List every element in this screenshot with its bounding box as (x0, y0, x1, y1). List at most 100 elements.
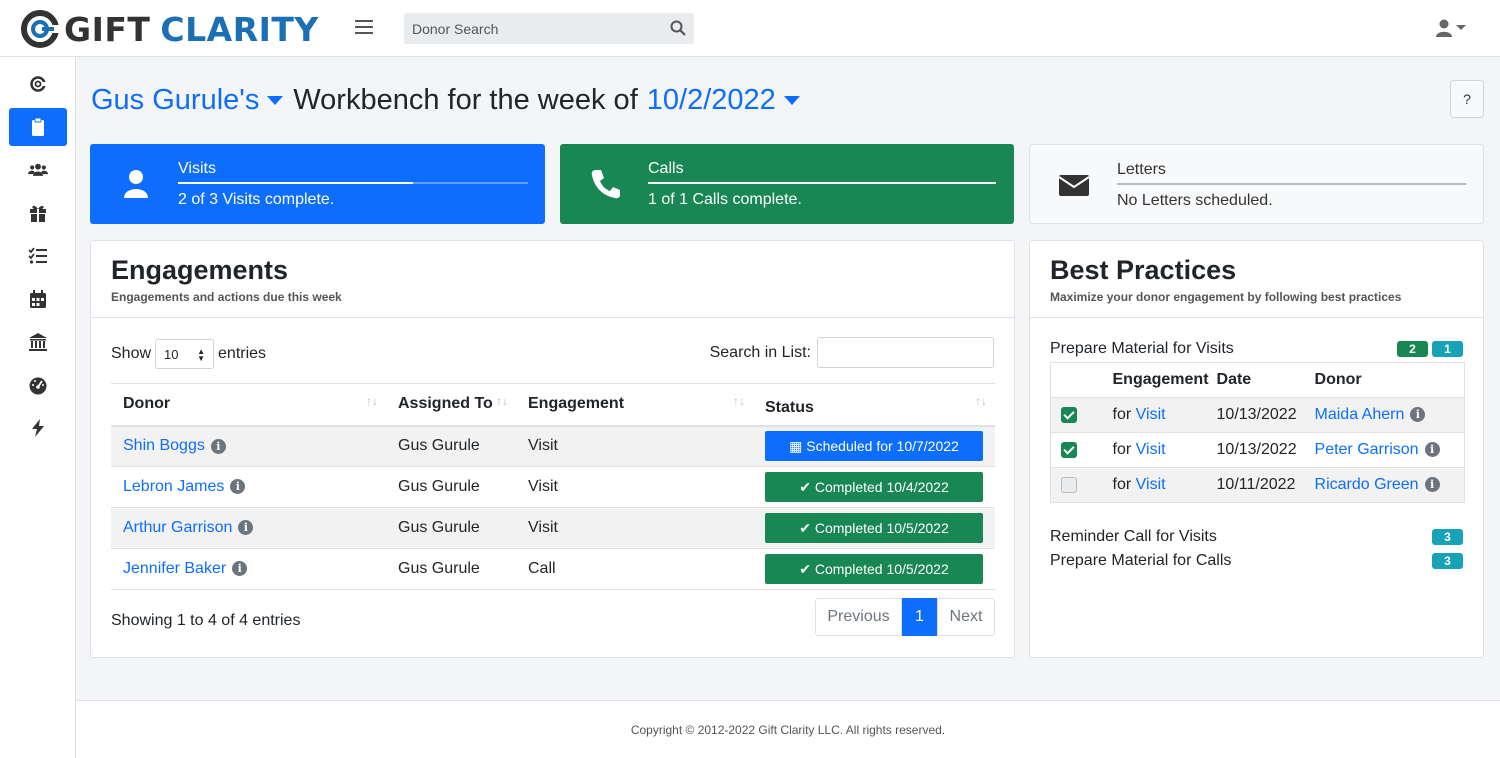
users-icon (28, 163, 48, 176)
visits-progress-fill (178, 182, 413, 184)
donor-link[interactable]: Peter Garrison (1315, 441, 1419, 458)
engagement-link[interactable]: Visit (1136, 441, 1166, 458)
best-practices-panel: Best Practices Maximize your donor engag… (1029, 240, 1484, 658)
sort-icon[interactable]: ↑↓ (366, 394, 378, 408)
best-practices-title: Best Practices (1050, 255, 1237, 285)
sidebar-item-donors[interactable] (9, 151, 67, 189)
sort-icon[interactable]: ↑↓ (733, 394, 745, 408)
engagement-link[interactable]: Visit (1136, 476, 1166, 493)
status-completed-button[interactable]: ✔ Completed 10/4/2022 (765, 472, 983, 502)
sidebar-item-gifts[interactable] (9, 194, 67, 232)
sidebar-item-workbench[interactable] (9, 108, 67, 146)
engagements-title: Engagements (111, 255, 289, 285)
info-icon[interactable]: i (1424, 477, 1440, 493)
show-label: Show (111, 345, 152, 362)
owner-dropdown-label[interactable]: Gus Gurule's (91, 84, 259, 117)
done-checkbox[interactable] (1061, 441, 1077, 458)
prepare-calls-row[interactable]: Prepare Material for Calls 3 (1050, 552, 1463, 570)
reminder-calls-row[interactable]: Reminder Call for Visits 3 (1050, 528, 1463, 546)
table-row: Arthur Garrison i Gus Gurule Visit ✔ Comp… (111, 507, 995, 549)
prepare-visits-table: Engagement Date Donor for Visit 10/13/20… (1050, 362, 1465, 503)
page-1-button[interactable]: 1 (902, 598, 937, 636)
info-icon[interactable]: i (230, 479, 246, 495)
calls-title: Calls (648, 160, 684, 177)
sidebar-item-actions[interactable] (9, 409, 67, 447)
column-header-engagement[interactable]: Engagement ↑↓ (516, 383, 753, 427)
week-dropdown-label[interactable]: 10/2/2022 (647, 84, 776, 117)
bp-header-row: Engagement Date Donor (1050, 362, 1465, 398)
column-header-donor[interactable]: Donor ↑↓ (111, 383, 386, 427)
chevron-down-icon (1456, 25, 1466, 30)
assigned-cell: Gus Gurule (386, 507, 516, 549)
sort-icon[interactable]: ↑↓ (975, 394, 987, 408)
letters-summary-card[interactable]: Letters No Letters scheduled. (1029, 144, 1484, 224)
info-icon[interactable]: i (232, 561, 248, 577)
calls-desc: 1 of 1 Calls complete. (648, 191, 802, 208)
calendar-icon: ▦ (789, 438, 807, 455)
sidebar-item-tasks[interactable] (9, 237, 67, 275)
donor-link[interactable]: Maida Ahern (1315, 406, 1405, 423)
letters-title: Letters (1117, 161, 1166, 178)
engagements-table: Donor ↑↓ Assigned To ↑↓ Engagement ↑↓ Statu… (111, 383, 995, 590)
donor-link[interactable]: Shin Boggs (123, 437, 205, 454)
owner-dropdown-caret-icon[interactable] (267, 96, 284, 105)
next-page-button[interactable]: Next (937, 598, 995, 636)
sidebar-item-home[interactable] (9, 65, 67, 103)
assigned-cell: Gus Gurule (386, 548, 516, 590)
help-button[interactable]: ? (1450, 80, 1484, 118)
assigned-cell: Gus Gurule (386, 466, 516, 508)
column-header-status[interactable]: Status ↑↓ (753, 383, 995, 427)
status-scheduled-button[interactable]: ▦ Scheduled for 10/7/2022 (765, 431, 983, 462)
week-dropdown-caret-icon[interactable] (783, 96, 800, 105)
entries-select[interactable]: 10 ▲ ▼ (155, 339, 215, 369)
sidebar-item-organizations[interactable] (9, 323, 67, 361)
status-completed-button[interactable]: ✔ Completed 10/5/2022 (765, 554, 983, 584)
best-practices-header: Best Practices Maximize your donor engag… (1030, 241, 1483, 318)
select-arrows-icon: ▲ ▼ (197, 347, 206, 363)
table-row: Lebron James i Gus Gurule Visit ✔ Complet… (111, 466, 995, 508)
info-icon[interactable]: i (210, 438, 226, 454)
donor-link[interactable]: Arthur Garrison (123, 519, 232, 536)
visits-summary-card[interactable]: Visits 2 of 3 Visits complete. (90, 144, 545, 224)
for-label: for (1112, 476, 1132, 493)
done-checkbox[interactable] (1061, 406, 1077, 423)
pending-count-badge: 3 (1432, 553, 1463, 569)
menu-toggle-icon[interactable] (355, 20, 373, 36)
sidebar-item-dashboard[interactable] (9, 366, 67, 404)
pagination: Previous 1 Next (815, 598, 995, 636)
bp-row: for Visit 10/11/2022 Ricardo Green i (1050, 467, 1465, 503)
calls-summary-card[interactable]: Calls 1 of 1 Calls complete. (560, 144, 1014, 224)
search-icon[interactable] (670, 20, 686, 36)
done-count-badge: 2 (1397, 341, 1428, 357)
list-search-input[interactable] (817, 337, 994, 368)
info-icon[interactable]: i (1424, 442, 1440, 458)
sort-icon[interactable]: ↑↓ (496, 394, 508, 408)
pending-count-badge: 3 (1432, 529, 1463, 545)
donor-link[interactable]: Ricardo Green (1315, 476, 1419, 493)
page-title-text: Workbench for the week of (293, 84, 638, 116)
status-completed-button[interactable]: ✔ Completed 10/5/2022 (765, 513, 983, 543)
brand-logo[interactable]: GIFT CLARITY (20, 8, 319, 50)
pending-count-badge: 1 (1432, 341, 1463, 357)
user-icon (124, 170, 148, 198)
previous-page-button[interactable]: Previous (815, 598, 902, 636)
copyright-text: Copyright © 2012-2022 Gift Clarity LLC. … (630, 723, 946, 737)
donor-search-input[interactable] (404, 13, 654, 44)
engagement-link[interactable]: Visit (1136, 406, 1166, 423)
done-checkbox[interactable] (1061, 476, 1077, 493)
info-icon[interactable]: i (1410, 407, 1426, 423)
donor-link[interactable]: Lebron James (123, 478, 224, 495)
engagement-cell: Visit (516, 425, 753, 467)
sidebar-item-calendar[interactable] (9, 280, 67, 318)
info-icon[interactable]: i (238, 520, 254, 536)
table-row: Shin Boggs i Gus Gurule Visit ▦ Scheduled… (111, 425, 995, 467)
column-header-assigned[interactable]: Assigned To ↑↓ (386, 383, 516, 427)
prepare-visits-row[interactable]: Prepare Material for Visits 2 1 (1050, 340, 1463, 358)
user-menu[interactable] (1436, 19, 1466, 37)
donor-search (404, 13, 694, 44)
letters-desc: No Letters scheduled. (1117, 192, 1273, 209)
donor-link[interactable]: Jennifer Baker (123, 560, 226, 577)
gift-clarity-logo-icon (21, 10, 60, 48)
reminder-calls-label: Reminder Call for Visits (1050, 528, 1217, 545)
prepare-visits-label: Prepare Material for Visits (1050, 340, 1234, 357)
